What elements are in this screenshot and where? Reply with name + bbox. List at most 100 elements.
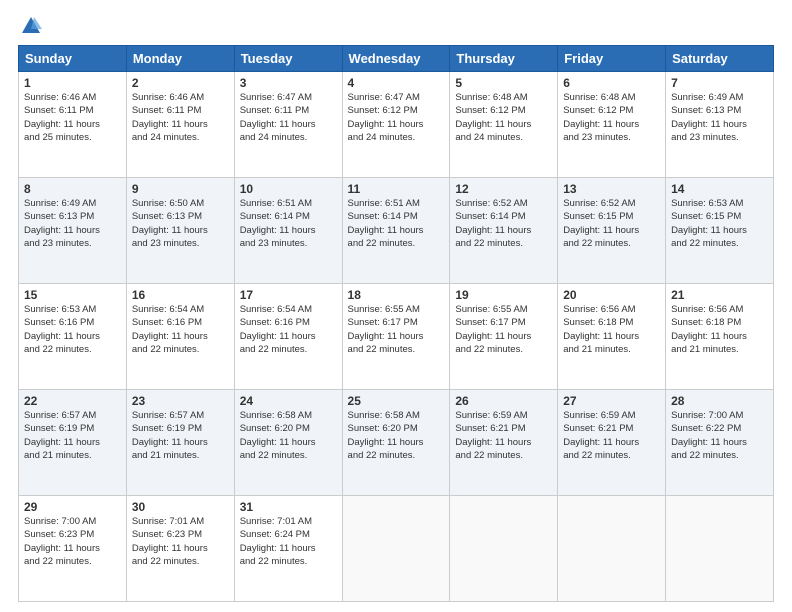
day-info: Sunrise: 6:58 AM Sunset: 6:20 PM Dayligh… — [348, 409, 445, 462]
day-info: Sunrise: 6:51 AM Sunset: 6:14 PM Dayligh… — [240, 197, 337, 250]
day-cell: 22Sunrise: 6:57 AM Sunset: 6:19 PM Dayli… — [19, 390, 127, 496]
day-number: 16 — [132, 288, 229, 302]
day-cell: 8Sunrise: 6:49 AM Sunset: 6:13 PM Daylig… — [19, 178, 127, 284]
day-info: Sunrise: 6:53 AM Sunset: 6:16 PM Dayligh… — [24, 303, 121, 356]
day-cell: 2Sunrise: 6:46 AM Sunset: 6:11 PM Daylig… — [126, 72, 234, 178]
day-number: 13 — [563, 182, 660, 196]
day-info: Sunrise: 6:55 AM Sunset: 6:17 PM Dayligh… — [348, 303, 445, 356]
day-info: Sunrise: 7:00 AM Sunset: 6:22 PM Dayligh… — [671, 409, 768, 462]
day-cell: 27Sunrise: 6:59 AM Sunset: 6:21 PM Dayli… — [558, 390, 666, 496]
day-info: Sunrise: 6:49 AM Sunset: 6:13 PM Dayligh… — [24, 197, 121, 250]
calendar-header: SundayMondayTuesdayWednesdayThursdayFrid… — [19, 46, 774, 72]
day-info: Sunrise: 6:50 AM Sunset: 6:13 PM Dayligh… — [132, 197, 229, 250]
day-number: 2 — [132, 76, 229, 90]
day-info: Sunrise: 6:58 AM Sunset: 6:20 PM Dayligh… — [240, 409, 337, 462]
day-header-thursday: Thursday — [450, 46, 558, 72]
day-cell: 17Sunrise: 6:54 AM Sunset: 6:16 PM Dayli… — [234, 284, 342, 390]
day-number: 26 — [455, 394, 552, 408]
day-cell — [666, 496, 774, 602]
week-row-2: 8Sunrise: 6:49 AM Sunset: 6:13 PM Daylig… — [19, 178, 774, 284]
day-cell: 18Sunrise: 6:55 AM Sunset: 6:17 PM Dayli… — [342, 284, 450, 390]
day-number: 28 — [671, 394, 768, 408]
header — [18, 15, 774, 37]
day-cell: 28Sunrise: 7:00 AM Sunset: 6:22 PM Dayli… — [666, 390, 774, 496]
day-number: 18 — [348, 288, 445, 302]
day-cell: 30Sunrise: 7:01 AM Sunset: 6:23 PM Dayli… — [126, 496, 234, 602]
day-info: Sunrise: 6:52 AM Sunset: 6:15 PM Dayligh… — [563, 197, 660, 250]
day-info: Sunrise: 6:59 AM Sunset: 6:21 PM Dayligh… — [455, 409, 552, 462]
day-number: 4 — [348, 76, 445, 90]
week-row-1: 1Sunrise: 6:46 AM Sunset: 6:11 PM Daylig… — [19, 72, 774, 178]
day-cell: 24Sunrise: 6:58 AM Sunset: 6:20 PM Dayli… — [234, 390, 342, 496]
day-info: Sunrise: 6:49 AM Sunset: 6:13 PM Dayligh… — [671, 91, 768, 144]
day-info: Sunrise: 6:56 AM Sunset: 6:18 PM Dayligh… — [671, 303, 768, 356]
day-cell: 19Sunrise: 6:55 AM Sunset: 6:17 PM Dayli… — [450, 284, 558, 390]
day-header-friday: Friday — [558, 46, 666, 72]
day-cell — [342, 496, 450, 602]
calendar-table: SundayMondayTuesdayWednesdayThursdayFrid… — [18, 45, 774, 602]
day-cell: 25Sunrise: 6:58 AM Sunset: 6:20 PM Dayli… — [342, 390, 450, 496]
day-number: 17 — [240, 288, 337, 302]
day-number: 22 — [24, 394, 121, 408]
day-number: 1 — [24, 76, 121, 90]
day-number: 11 — [348, 182, 445, 196]
day-number: 30 — [132, 500, 229, 514]
day-cell — [450, 496, 558, 602]
day-number: 25 — [348, 394, 445, 408]
day-cell: 10Sunrise: 6:51 AM Sunset: 6:14 PM Dayli… — [234, 178, 342, 284]
day-header-wednesday: Wednesday — [342, 46, 450, 72]
day-cell: 7Sunrise: 6:49 AM Sunset: 6:13 PM Daylig… — [666, 72, 774, 178]
day-number: 24 — [240, 394, 337, 408]
day-number: 9 — [132, 182, 229, 196]
day-header-sunday: Sunday — [19, 46, 127, 72]
day-number: 15 — [24, 288, 121, 302]
day-number: 20 — [563, 288, 660, 302]
day-info: Sunrise: 6:59 AM Sunset: 6:21 PM Dayligh… — [563, 409, 660, 462]
day-info: Sunrise: 6:57 AM Sunset: 6:19 PM Dayligh… — [24, 409, 121, 462]
day-cell: 14Sunrise: 6:53 AM Sunset: 6:15 PM Dayli… — [666, 178, 774, 284]
day-cell: 6Sunrise: 6:48 AM Sunset: 6:12 PM Daylig… — [558, 72, 666, 178]
day-info: Sunrise: 6:53 AM Sunset: 6:15 PM Dayligh… — [671, 197, 768, 250]
day-info: Sunrise: 6:56 AM Sunset: 6:18 PM Dayligh… — [563, 303, 660, 356]
day-info: Sunrise: 6:54 AM Sunset: 6:16 PM Dayligh… — [132, 303, 229, 356]
day-header-monday: Monday — [126, 46, 234, 72]
day-info: Sunrise: 6:51 AM Sunset: 6:14 PM Dayligh… — [348, 197, 445, 250]
day-cell: 1Sunrise: 6:46 AM Sunset: 6:11 PM Daylig… — [19, 72, 127, 178]
day-cell: 15Sunrise: 6:53 AM Sunset: 6:16 PM Dayli… — [19, 284, 127, 390]
day-info: Sunrise: 7:00 AM Sunset: 6:23 PM Dayligh… — [24, 515, 121, 568]
week-row-3: 15Sunrise: 6:53 AM Sunset: 6:16 PM Dayli… — [19, 284, 774, 390]
calendar-body: 1Sunrise: 6:46 AM Sunset: 6:11 PM Daylig… — [19, 72, 774, 602]
page: SundayMondayTuesdayWednesdayThursdayFrid… — [0, 0, 792, 612]
day-number: 3 — [240, 76, 337, 90]
day-number: 19 — [455, 288, 552, 302]
day-number: 8 — [24, 182, 121, 196]
logo — [18, 15, 42, 37]
day-info: Sunrise: 6:48 AM Sunset: 6:12 PM Dayligh… — [563, 91, 660, 144]
day-number: 14 — [671, 182, 768, 196]
day-cell: 31Sunrise: 7:01 AM Sunset: 6:24 PM Dayli… — [234, 496, 342, 602]
day-info: Sunrise: 6:46 AM Sunset: 6:11 PM Dayligh… — [24, 91, 121, 144]
day-cell: 23Sunrise: 6:57 AM Sunset: 6:19 PM Dayli… — [126, 390, 234, 496]
day-number: 5 — [455, 76, 552, 90]
day-cell: 20Sunrise: 6:56 AM Sunset: 6:18 PM Dayli… — [558, 284, 666, 390]
day-number: 7 — [671, 76, 768, 90]
week-row-4: 22Sunrise: 6:57 AM Sunset: 6:19 PM Dayli… — [19, 390, 774, 496]
header-row: SundayMondayTuesdayWednesdayThursdayFrid… — [19, 46, 774, 72]
day-info: Sunrise: 7:01 AM Sunset: 6:24 PM Dayligh… — [240, 515, 337, 568]
day-cell: 9Sunrise: 6:50 AM Sunset: 6:13 PM Daylig… — [126, 178, 234, 284]
day-info: Sunrise: 6:57 AM Sunset: 6:19 PM Dayligh… — [132, 409, 229, 462]
day-number: 12 — [455, 182, 552, 196]
day-info: Sunrise: 6:54 AM Sunset: 6:16 PM Dayligh… — [240, 303, 337, 356]
day-info: Sunrise: 6:52 AM Sunset: 6:14 PM Dayligh… — [455, 197, 552, 250]
day-info: Sunrise: 6:55 AM Sunset: 6:17 PM Dayligh… — [455, 303, 552, 356]
day-header-tuesday: Tuesday — [234, 46, 342, 72]
logo-icon — [20, 15, 42, 37]
day-cell: 16Sunrise: 6:54 AM Sunset: 6:16 PM Dayli… — [126, 284, 234, 390]
day-cell: 29Sunrise: 7:00 AM Sunset: 6:23 PM Dayli… — [19, 496, 127, 602]
day-cell: 12Sunrise: 6:52 AM Sunset: 6:14 PM Dayli… — [450, 178, 558, 284]
day-number: 23 — [132, 394, 229, 408]
day-number: 6 — [563, 76, 660, 90]
day-cell: 21Sunrise: 6:56 AM Sunset: 6:18 PM Dayli… — [666, 284, 774, 390]
day-number: 29 — [24, 500, 121, 514]
day-cell: 26Sunrise: 6:59 AM Sunset: 6:21 PM Dayli… — [450, 390, 558, 496]
